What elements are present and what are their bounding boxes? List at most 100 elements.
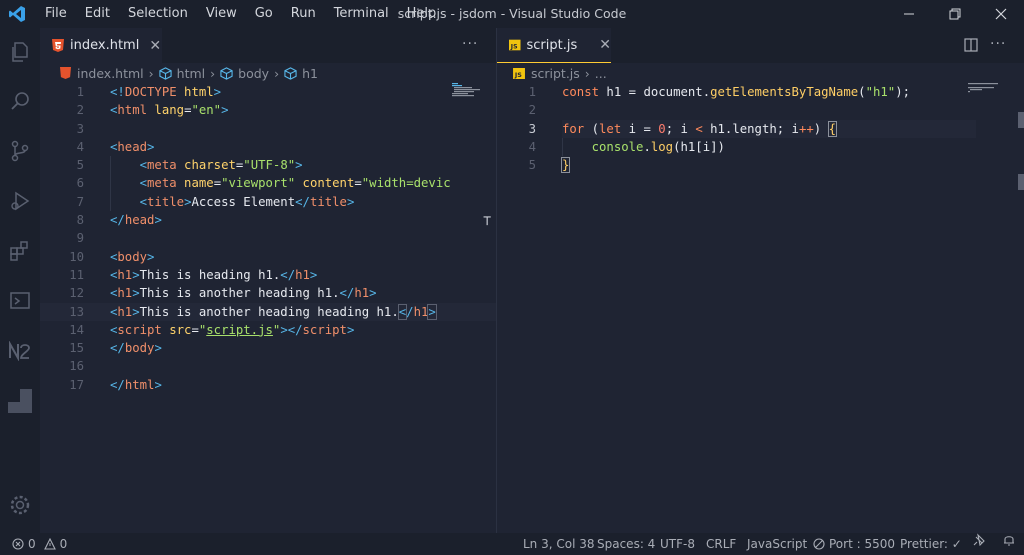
minimize-button[interactable] [886, 0, 932, 28]
close-icon [995, 8, 1007, 20]
svg-text:JS: JS [514, 71, 522, 79]
menu-help[interactable]: Help [398, 0, 446, 28]
minimize-icon [904, 13, 914, 15]
vertical-scrollbar[interactable] [1018, 112, 1024, 192]
more-actions-icon[interactable]: ··· [990, 28, 1006, 63]
error-count: 0 [28, 537, 36, 551]
menu-run[interactable]: Run [282, 0, 325, 28]
activity-bar [0, 28, 40, 533]
menu-terminal[interactable]: Terminal [325, 0, 398, 28]
breadcrumb-html[interactable]: html [159, 66, 205, 81]
end-of-line[interactable]: CRLF [706, 533, 736, 555]
javascript-file-icon: JS [509, 39, 521, 51]
cursor-position[interactable]: Ln 3, Col 38 [523, 533, 595, 555]
live-server-port[interactable]: Port : 5500 [813, 533, 895, 555]
code-line: 13 <h1>This is another heading heading h1… [40, 302, 496, 321]
code-line: 12 <h1>This is another heading h1.</h1> [69, 286, 377, 301]
more-actions-icon[interactable]: ··· [462, 28, 478, 63]
cube-icon [284, 66, 297, 80]
chevron-right-icon: › [210, 65, 216, 81]
editor-group-left: index.html ✕ ··· index.html › html › bod… [40, 28, 496, 533]
code-line: 11 <h1>This is heading h1.</h1> [69, 267, 318, 282]
breadcrumb-h1[interactable]: h1 [284, 66, 318, 81]
tab-bar-left: index.html ✕ ··· [40, 28, 496, 63]
code-line: 16 [69, 359, 84, 374]
notifications-button[interactable] [1002, 533, 1016, 547]
terminal-view-button[interactable] [0, 281, 40, 321]
error-icon [12, 538, 24, 550]
source-control-icon [11, 140, 29, 162]
breadcrumb-body[interactable]: body [220, 66, 269, 81]
code-line: 9 [76, 231, 84, 246]
files-icon [12, 42, 28, 62]
stairs-extension-button[interactable] [0, 381, 40, 421]
html5-icon [52, 39, 64, 52]
cube-icon [220, 66, 233, 80]
breadcrumb-ellipsis[interactable]: ... [595, 66, 607, 81]
split-editor-icon[interactable] [964, 38, 978, 55]
code-line: 5} [528, 157, 571, 174]
menu-selection[interactable]: Selection [119, 0, 197, 28]
code-line: 4 console.log(h1[i]) [497, 137, 1024, 157]
breadcrumb-file[interactable]: JS script.js [513, 66, 580, 81]
tab-script-js[interactable]: JS script.js ✕ [497, 28, 611, 63]
encoding[interactable]: UTF-8 [660, 533, 695, 555]
code-editor-left[interactable]: 1 <!DOCTYPE html> 2 <html lang="en"> 3 4 <h… [40, 83, 496, 394]
prettier-status[interactable]: Prettier: ✓ [900, 533, 962, 555]
breadcrumb: JS script.js › ... [497, 63, 1024, 83]
search-icon [11, 92, 29, 110]
code-line: 2 [528, 103, 536, 118]
code-line: 14 <script src="script.js"></script> [69, 322, 355, 337]
no-entry-icon [813, 538, 825, 550]
code-line: 17 </html> [69, 377, 162, 392]
breadcrumb: index.html › html › body › h1 [40, 63, 496, 83]
restore-button[interactable] [932, 0, 978, 28]
code-line: 7 <title>Access Element</title> [40, 192, 496, 212]
tab-index-html[interactable]: index.html ✕ [40, 28, 162, 63]
settings-button[interactable] [0, 485, 40, 525]
run-debug-button[interactable] [0, 181, 40, 221]
feedback-icon [973, 533, 985, 547]
code-line: 6 <meta name="viewport" content="width=d… [40, 174, 496, 193]
close-tab-icon[interactable]: ✕ [149, 38, 161, 54]
source-control-button[interactable] [0, 131, 40, 171]
indentation[interactable]: Spaces: 4 [597, 533, 655, 555]
tab-label: index.html [70, 38, 140, 53]
menu-bar: File Edit Selection View Go Run Terminal… [36, 0, 445, 28]
problems-indicator[interactable]: 0 0 [12, 533, 67, 555]
chevron-right-icon: › [274, 65, 280, 81]
menu-view[interactable]: View [197, 0, 246, 28]
language-mode[interactable]: JavaScript [747, 533, 807, 555]
minimap-right[interactable] [968, 83, 1010, 93]
code-editor-right[interactable]: 1 const h1 = document.getElementsByTagNam… [497, 83, 1024, 174]
title-bar: File Edit Selection View Go Run Terminal… [0, 0, 1024, 28]
text-cursor-icon: ⊤ [483, 213, 492, 229]
n2-logo-icon [9, 341, 30, 361]
tab-bar-right: JS script.js ✕ ··· [497, 28, 1024, 63]
chevron-right-icon: › [584, 65, 590, 81]
chevron-right-icon: › [148, 65, 154, 81]
explorer-button[interactable] [0, 32, 40, 72]
status-bar: 0 0 Ln 3, Col 38 Spaces: 4 UTF-8 CRLF Ja… [0, 533, 1024, 555]
code-line: 2 <html lang="en"> [76, 103, 229, 118]
menu-edit[interactable]: Edit [76, 0, 119, 28]
bell-icon [1004, 536, 1014, 546]
editor-group-right: JS script.js ✕ ··· JS script.js › ... 1c… [497, 28, 1024, 533]
vscode-logo-icon[interactable] [4, 0, 30, 28]
minimap-left[interactable] [452, 83, 486, 97]
n2-extension-button[interactable] [0, 331, 40, 371]
code-line: 1 const h1 = document.getElementsByTagNam… [528, 85, 911, 99]
feedback-button[interactable] [972, 533, 986, 547]
code-line: 5 <meta charset="UTF-8"> [40, 156, 496, 175]
close-window-button[interactable] [978, 0, 1024, 28]
menu-file[interactable]: File [36, 0, 76, 28]
breadcrumb-file[interactable]: index.html [60, 66, 144, 81]
warning-icon [43, 538, 56, 550]
close-tab-icon[interactable]: ✕ [599, 37, 611, 53]
code-line: 3 [76, 121, 84, 136]
search-button[interactable] [0, 81, 40, 121]
extensions-button[interactable] [0, 231, 40, 271]
extensions-icon [10, 241, 28, 261]
menu-go[interactable]: Go [246, 0, 282, 28]
code-line: 15 </body> [69, 341, 162, 356]
